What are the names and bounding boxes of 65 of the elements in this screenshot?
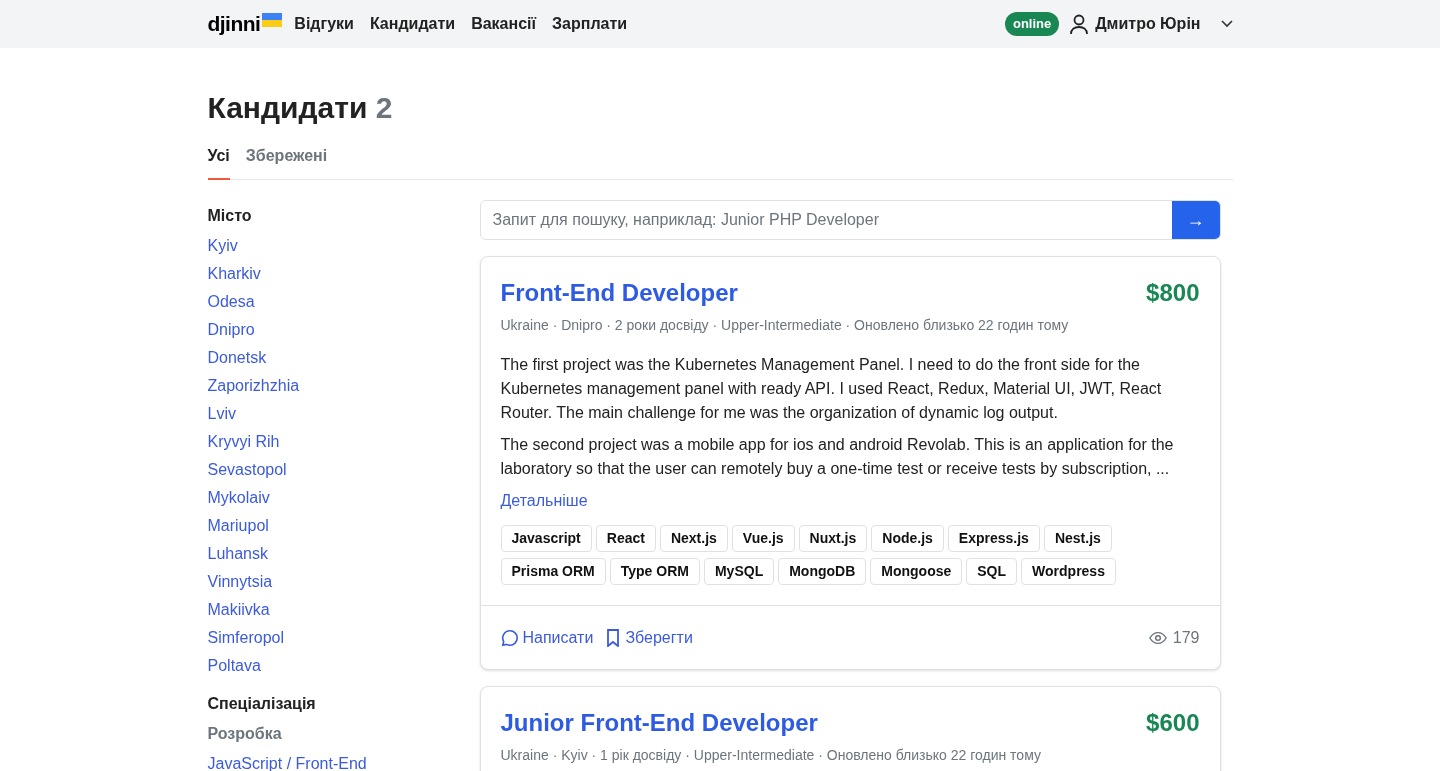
city-link[interactable]: Odesa xyxy=(207,288,480,316)
details-link[interactable]: Детальніше xyxy=(500,489,1200,513)
skill-tag: Javascript xyxy=(500,525,592,552)
tab[interactable]: Збережені xyxy=(245,144,328,180)
chat-bubble-icon xyxy=(500,628,519,647)
salary: $800 xyxy=(1146,278,1200,308)
nav-link[interactable]: Відгуки xyxy=(294,12,354,36)
city-link[interactable]: Dnipro xyxy=(207,316,480,344)
filter-heading: Місто xyxy=(207,206,253,226)
chevron-down-icon[interactable] xyxy=(1220,20,1233,28)
logo[interactable]: djinni xyxy=(207,8,261,40)
skill-tag: MySQL xyxy=(703,558,775,585)
nav-link[interactable]: Вакансії xyxy=(471,12,537,36)
search-field[interactable]: Запит для пошуку, наприклад: Junior PHP Developer → xyxy=(479,200,1221,240)
city-link[interactable]: Kryvyi Rih xyxy=(207,428,480,456)
candidate-meta: Ukraine · Dnipro · 2 роки досвіду · Upper-Intermediate · Оновлено близько 22 годин тому xyxy=(500,316,1070,335)
eye-icon xyxy=(1148,630,1167,645)
skill-tag: Mongoose xyxy=(870,558,963,585)
skill-tag: Prisma ORM xyxy=(500,558,606,585)
city-link[interactable]: Lviv xyxy=(207,400,480,428)
nav-link[interactable]: Зарплати xyxy=(552,12,628,36)
city-link[interactable]: Vinnytsia xyxy=(207,568,480,596)
skill-tag: SQL xyxy=(966,558,1018,585)
tab[interactable]: Усі xyxy=(207,144,230,180)
skill-tag: Vue.js xyxy=(731,525,795,552)
city-link[interactable]: Mykolaiv xyxy=(207,484,480,512)
view-count: 179 xyxy=(1172,627,1200,648)
description-text: The second project was a mobile app for ios and android Revolab. This is an application for the laboratory so that the user can remotely buy a one-time test or receive tests by subscription, ... xyxy=(500,435,1175,479)
skill-tag: Next.js xyxy=(659,525,728,552)
filter-group: Розробка xyxy=(207,722,480,746)
candidate-meta: Ukraine · Kyiv · 1 рік досвіду · Upper-Intermediate · Оновлено близько 22 годин тому xyxy=(500,746,1042,765)
skill-tag: Node.js xyxy=(871,525,944,552)
skill-tag: Nest.js xyxy=(1043,525,1112,552)
skill-tag: MongoDB xyxy=(778,558,867,585)
search-button[interactable]: → xyxy=(1171,201,1220,239)
city-link[interactable]: Mariupol xyxy=(207,512,480,540)
city-link[interactable]: Sevastopol xyxy=(207,456,480,484)
bookmark-icon xyxy=(605,628,622,647)
city-link[interactable]: Kyiv xyxy=(207,232,480,260)
status-badge: online xyxy=(1004,12,1060,36)
save-link[interactable]: Зберегти xyxy=(625,625,693,650)
nav-link[interactable]: Кандидати xyxy=(369,12,456,36)
skill-tag: Nuxt.js xyxy=(798,525,868,552)
flag-icon xyxy=(262,13,283,27)
skill-tag: Type ORM xyxy=(609,558,700,585)
description-text: The first project was the Kubernetes Management Panel. I need to do the front side for the Kubernetes management panel with ready API. I used React, Redux, Material UI, JWT, React Router. The main challenge for me was the organization of dynamic log output. xyxy=(500,355,1163,423)
filter-heading: Спеціалізація xyxy=(207,694,317,714)
city-link[interactable]: Zaporizhzhia xyxy=(207,372,480,400)
candidate-count: 2 xyxy=(375,91,393,124)
skill-tag: React xyxy=(595,525,656,552)
candidate-title[interactable]: Junior Front-End Developer xyxy=(500,707,818,739)
message-link[interactable]: Написати xyxy=(522,625,594,650)
city-link[interactable]: Kharkiv xyxy=(207,260,480,288)
city-link[interactable]: Donetsk xyxy=(207,344,480,372)
candidate-title[interactable]: Front-End Developer xyxy=(500,277,738,309)
user-icon xyxy=(1069,13,1090,35)
user-name[interactable]: Дмитро Юрін xyxy=(1095,12,1201,36)
page-title: Кандидати xyxy=(207,91,368,124)
city-link[interactable]: Luhansk xyxy=(207,540,480,568)
skill-tag: Express.js xyxy=(947,525,1040,552)
city-link[interactable]: Makiivka xyxy=(207,596,480,624)
skill-tag: Wordpress xyxy=(1021,558,1116,585)
salary: $600 xyxy=(1146,708,1200,738)
city-link[interactable]: Poltava xyxy=(207,652,480,680)
city-link[interactable]: Simferopol xyxy=(207,624,480,652)
